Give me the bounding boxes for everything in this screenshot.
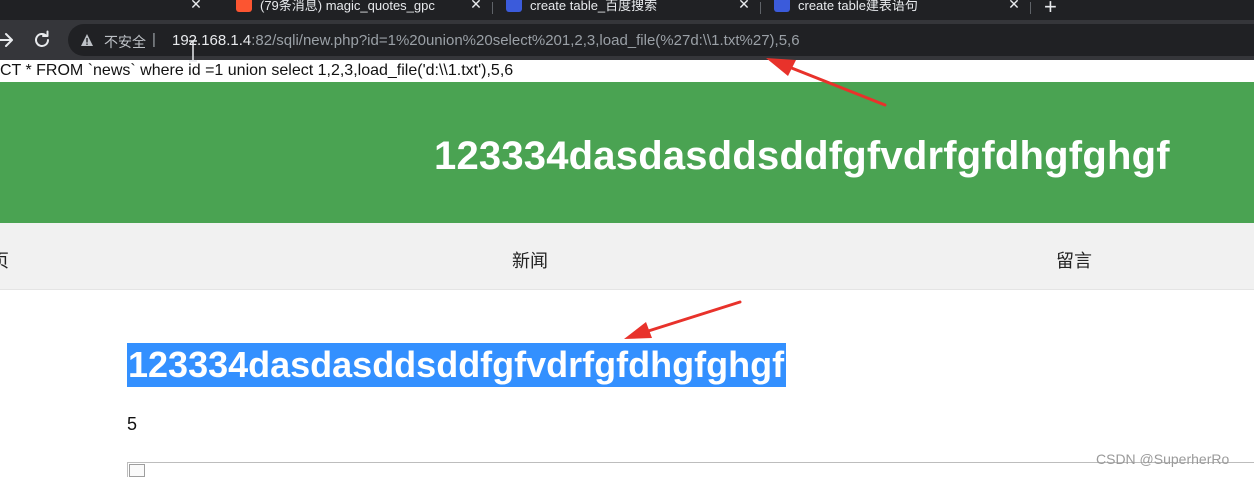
address-bar[interactable]: 不安全 | 192.168.1.4:82/sqli/new.php?id=1%2… — [68, 24, 1254, 56]
warning-icon[interactable] — [80, 33, 94, 47]
watermark: CSDN @SuperherRo — [1096, 451, 1230, 467]
tab-close-icon[interactable]: ✕ — [736, 0, 752, 13]
tab-divider — [1030, 2, 1031, 14]
csdn-icon — [236, 0, 252, 12]
annotation-arrow-title — [624, 300, 742, 339]
browser-tab[interactable]: (79条消息) magic_quotes_gpc ✕ — [224, 0, 492, 16]
site-banner: 123334dasdasddsddfgfvdrfgfdhgfghgf — [0, 82, 1254, 223]
url-separator: | — [152, 31, 156, 48]
sql-query-echo: CT * FROM `news` where id =1 union selec… — [0, 62, 514, 79]
tab-divider — [760, 2, 761, 14]
browser-tab[interactable]: create table建表语句 ✕ — [762, 0, 1030, 16]
broken-image-icon — [129, 464, 145, 477]
new-tab-icon[interactable]: + — [1044, 0, 1057, 20]
tab-title: create table_百度搜索 — [530, 0, 658, 13]
tab-close-icon[interactable]: ✕ — [1006, 0, 1022, 13]
forward-icon[interactable] — [0, 28, 18, 52]
tab-divider — [492, 2, 493, 14]
url-host: 192.168.1.4 — [172, 32, 252, 49]
tab-title: create table建表语句 — [798, 0, 918, 13]
security-label[interactable]: 不安全 — [104, 32, 146, 52]
tab-title: (79条消息) magic_quotes_gpc — [260, 0, 435, 13]
article-title: 123334dasdasddsddfgfvdrfgfdhgfghgf — [127, 343, 787, 387]
url-path: :82/sqli/new.php?id=1%20union%20select%2… — [251, 32, 800, 49]
article-body: 5 — [127, 414, 138, 434]
broken-image — [127, 462, 1254, 477]
browser-tab[interactable]: create table_百度搜索 ✕ — [494, 0, 760, 16]
reload-icon[interactable] — [30, 28, 54, 52]
tab-close-icon[interactable]: ✕ — [468, 0, 484, 13]
nav-item-messages[interactable]: 留言 — [1056, 247, 1092, 273]
banner-title: 123334dasdasddsddfgfvdrfgfdhgfghgf — [434, 134, 1170, 178]
browser-tab[interactable]: ✕ — [0, 0, 212, 16]
text-cursor-icon — [189, 40, 197, 62]
site-nav: 页 新闻 留言 — [0, 223, 1254, 290]
nav-item-home[interactable]: 页 — [0, 247, 9, 273]
tab-close-icon[interactable]: ✕ — [188, 0, 204, 13]
url-text[interactable]: 192.168.1.4:82/sqli/new.php?id=1%20union… — [172, 32, 800, 49]
tab-strip: ✕ (79条消息) magic_quotes_gpc ✕ create tabl… — [0, 0, 1254, 20]
baidu-icon — [506, 0, 522, 12]
nav-item-news[interactable]: 新闻 — [512, 247, 548, 273]
baidu-icon — [774, 0, 790, 12]
browser-toolbar: 不安全 | 192.168.1.4:82/sqli/new.php?id=1%2… — [0, 20, 1254, 62]
